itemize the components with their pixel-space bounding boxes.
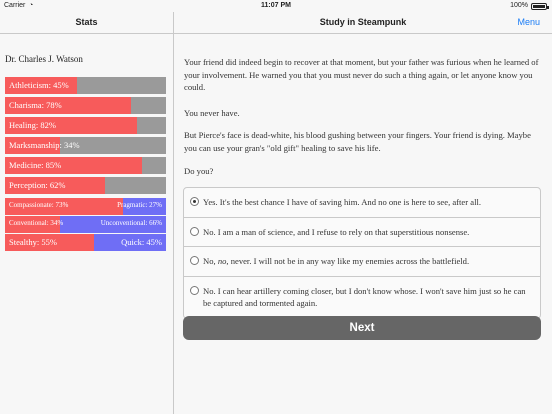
choice-text: No, no, never. I will not be in any way … xyxy=(203,256,469,266)
story-question: Do you? xyxy=(184,166,214,176)
battery-percent: 100% xyxy=(510,2,528,9)
main-nav-bar: Study in Steampunk Menu xyxy=(174,12,552,34)
stat-bar-charisma: Charisma: 78% xyxy=(5,97,166,114)
opposed-bar-stealthy-quick: Stealthy: 55% Quick: 45% xyxy=(5,234,166,251)
choice-list: Yes. It's the best chance I have of savi… xyxy=(183,187,541,319)
opposed-left-label: Conventional: 34% xyxy=(9,219,64,227)
stats-sidebar: Dr. Charles J. Watson Athleticism: 45% C… xyxy=(0,35,173,414)
stat-label: Marksmanship: 34% xyxy=(9,140,80,150)
choice-option[interactable]: Yes. It's the best chance I have of savi… xyxy=(184,188,540,218)
stat-label: Perception: 62% xyxy=(9,180,66,190)
radio-icon[interactable] xyxy=(190,226,199,236)
character-name: Dr. Charles J. Watson xyxy=(5,54,83,64)
next-button[interactable]: Next xyxy=(183,316,541,340)
opposed-left-label: Compassionate: 73% xyxy=(9,201,69,209)
stat-label: Charisma: 78% xyxy=(9,100,62,110)
radio-icon[interactable] xyxy=(190,256,199,265)
opposed-right-label: Pragmatic: 27% xyxy=(117,201,162,209)
choice-text-part: , never. I will not be in any way like m… xyxy=(226,256,470,266)
choice-text: No. I am a man of science, and I refuse … xyxy=(203,226,470,237)
radio-selected-icon[interactable] xyxy=(190,197,199,206)
choice-option[interactable]: No, no, never. I will not be in any way … xyxy=(184,247,540,277)
choice-option[interactable]: No. I can hear artillery coming closer, … xyxy=(184,277,540,318)
stat-label: Athleticism: 45% xyxy=(9,80,69,90)
choice-text-part: No, xyxy=(203,256,218,266)
choice-text: No. I can hear artillery coming closer, … xyxy=(203,285,526,309)
clock: 11:07 PM xyxy=(261,2,291,9)
choice-option[interactable]: No. I am a man of science, and I refuse … xyxy=(184,218,540,247)
opposed-right-label: Quick: 45% xyxy=(121,237,162,247)
story-paragraph: You never have. xyxy=(184,108,240,118)
sidebar-title: Stats xyxy=(75,17,98,27)
story-paragraph: But Pierce's face is dead-white, his blo… xyxy=(184,130,531,153)
battery-icon xyxy=(531,3,549,10)
choice-text: Yes. It's the best chance I have of savi… xyxy=(203,197,481,207)
page-title: Study in Steampunk xyxy=(319,17,407,27)
story-panel: Your friend did indeed begin to recover … xyxy=(174,35,552,414)
story-paragraph: Your friend did indeed begin to recover … xyxy=(184,57,539,92)
menu-button[interactable]: Menu xyxy=(517,17,540,27)
opposed-left-label: Stealthy: 55% xyxy=(9,237,57,247)
radio-icon[interactable] xyxy=(190,285,199,295)
sidebar-nav-bar: Stats xyxy=(0,12,173,34)
stat-bar-healing: Healing: 82% xyxy=(5,117,166,134)
opposed-bar-compassionate-pragmatic: Compassionate: 73% Pragmatic: 27% xyxy=(5,198,166,215)
stat-bar-medicine: Medicine: 85% xyxy=(5,157,166,174)
status-bar: Carrier ◔ 11:07 PM 100% xyxy=(0,0,552,12)
stat-bar-athleticism: Athleticism: 45% xyxy=(5,77,166,94)
stat-bar-marksmanship: Marksmanship: 34% xyxy=(5,137,166,154)
stat-label: Medicine: 85% xyxy=(9,160,62,170)
stat-bar-perception: Perception: 62% xyxy=(5,177,166,194)
stat-label: Healing: 82% xyxy=(9,120,56,130)
opposed-right-label: Unconventional: 66% xyxy=(100,219,162,227)
opposed-bar-conventional-unconventional: Conventional: 34% Unconventional: 66% xyxy=(5,216,166,233)
